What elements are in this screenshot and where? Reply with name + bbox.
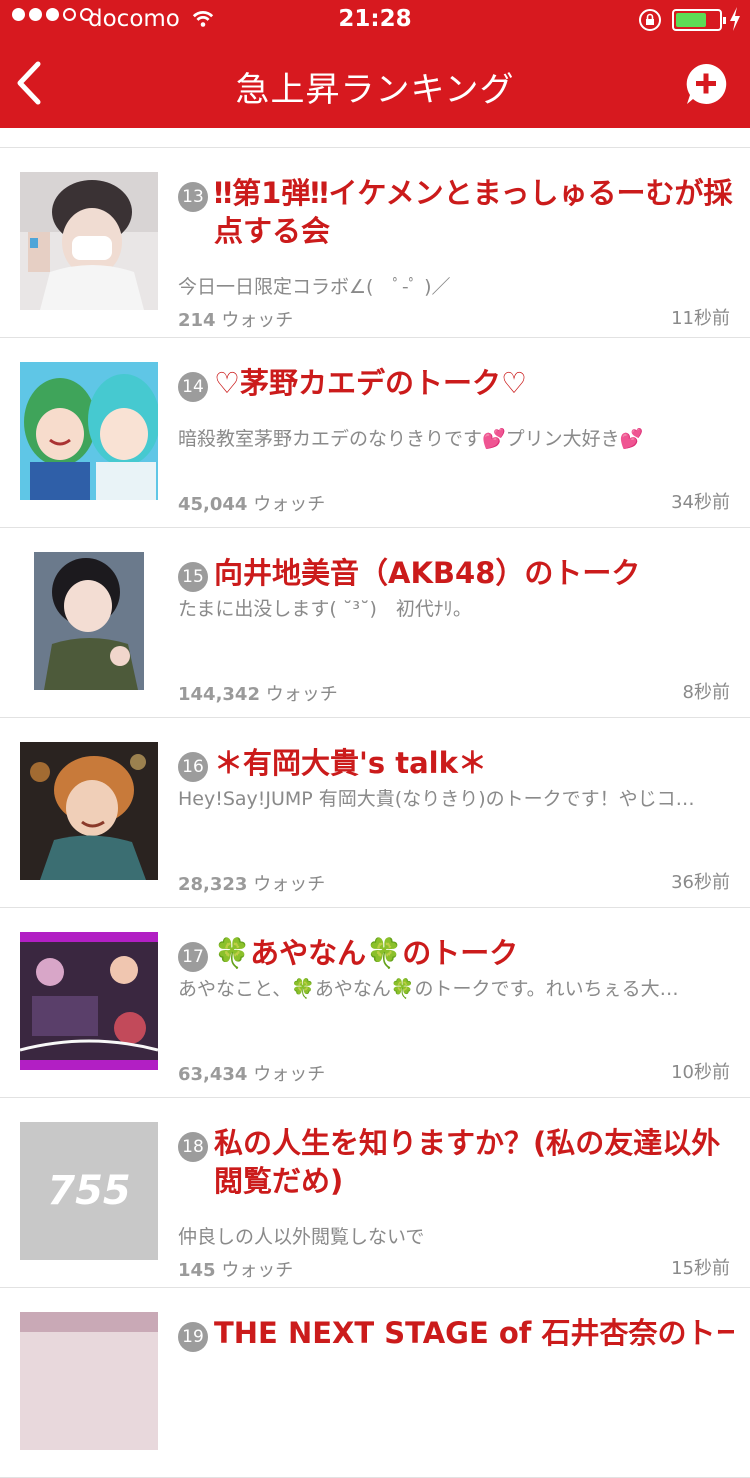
list-divider <box>0 128 750 148</box>
thumbnail <box>34 552 144 690</box>
item-timestamp: 36秒前 <box>671 872 730 893</box>
list-item[interactable]: 13 ‼第1弾‼イケメンとまっしゅるーむが採点する会 今日一日限定コラボ∠( ﾟ… <box>0 148 750 338</box>
charging-icon <box>730 7 740 31</box>
item-title: ♡茅野カエデのトーク♡ <box>214 366 527 400</box>
list-item[interactable]: 14 ♡茅野カエデのトーク♡ 暗殺教室茅野カエデのなりきりです💕プリン大好き💕 … <box>0 338 750 528</box>
rotation-lock-icon <box>639 9 661 31</box>
item-timestamp: 11秒前 <box>671 308 730 329</box>
list-item[interactable]: 16 ＊有岡大貴's talk＊ Hey!Say!JUMP 有岡大貴(なりきり)… <box>0 718 750 908</box>
watch-count: 45,044 ウォッチ <box>178 494 326 515</box>
list-item[interactable]: 17 🍀あやなん🍀のトーク あやなこと、🍀あやなん🍀のトークです。れいちぇる大…… <box>0 908 750 1098</box>
ranking-list: 13 ‼第1弾‼イケメンとまっしゅるーむが採点する会 今日一日限定コラボ∠( ﾟ… <box>0 128 750 1478</box>
thumbnail <box>20 742 158 880</box>
item-description: たまに出没します( ˘³˘) 初代ﾅﾘ。 <box>178 598 472 620</box>
watch-count: 28,323 ウォッチ <box>178 874 326 895</box>
item-timestamp: 8秒前 <box>682 682 730 703</box>
status-bar: docomo 21:28 <box>0 0 750 40</box>
page-title: 急上昇ランキング <box>235 70 515 110</box>
item-timestamp: 10秒前 <box>671 1062 730 1083</box>
list-item[interactable]: 755 18 私の人生を知りますか？(私の友達以外閲覧だめ) 仲良しの人以外閲覧… <box>0 1098 750 1288</box>
rank-badge: 18 <box>178 1132 208 1162</box>
item-timestamp: 34秒前 <box>671 492 730 513</box>
item-description: 今日一日限定コラボ∠( ﾟ-ﾟ )／ <box>178 276 451 298</box>
item-timestamp: 15秒前 <box>671 1258 730 1279</box>
item-title: THE NEXT STAGE of 石井杏奈のトー <box>214 1316 734 1350</box>
rank-badge: 14 <box>178 372 208 402</box>
item-title: 私の人生を知りますか？(私の友達以外閲覧だめ) <box>214 1126 721 1198</box>
list-item[interactable]: 15 向井地美音（AKB48）のトーク たまに出没します( ˘³˘) 初代ﾅﾘ。… <box>0 528 750 718</box>
battery-icon <box>672 9 726 31</box>
item-title: ‼第1弾‼イケメンとまっしゅるーむが採点する会 <box>214 176 733 248</box>
app-header: docomo 21:28 急上昇ランキング <box>0 0 750 128</box>
item-description: あやなこと、🍀あやなん🍀のトークです。れいちぇる大… <box>178 978 679 1000</box>
thumbnail: 755 <box>20 1122 158 1260</box>
item-title: 向井地美音（AKB48）のトーク <box>214 556 641 590</box>
thumbnail <box>20 932 158 1070</box>
thumbnail <box>20 1312 158 1450</box>
placeholder-logo: 755 <box>47 1168 131 1214</box>
watch-count: 145 ウォッチ <box>178 1260 294 1281</box>
thumbnail <box>20 172 158 310</box>
item-description: 仲良しの人以外閲覧しないで <box>178 1226 425 1248</box>
list-item[interactable]: 19 THE NEXT STAGE of 石井杏奈のトー <box>0 1288 750 1478</box>
rank-badge: 15 <box>178 562 208 592</box>
rank-badge: 17 <box>178 942 208 972</box>
item-description: 暗殺教室茅野カエデのなりきりです💕プリン大好き💕 <box>178 428 644 450</box>
watch-count: 63,434 ウォッチ <box>178 1064 326 1085</box>
rank-badge: 19 <box>178 1322 208 1352</box>
watch-count: 144,342 ウォッチ <box>178 684 338 705</box>
item-title: 🍀あやなん🍀のトーク <box>214 936 519 970</box>
rank-badge: 13 <box>178 182 208 212</box>
thumbnail <box>20 362 158 500</box>
watch-count: 214 ウォッチ <box>178 310 294 331</box>
rank-badge: 16 <box>178 752 208 782</box>
add-talk-icon[interactable] <box>684 62 728 106</box>
item-description: Hey!Say!JUMP 有岡大貴(なりきり)のトークです！やじコ… <box>178 788 695 810</box>
item-title: ＊有岡大貴's talk＊ <box>214 746 487 780</box>
